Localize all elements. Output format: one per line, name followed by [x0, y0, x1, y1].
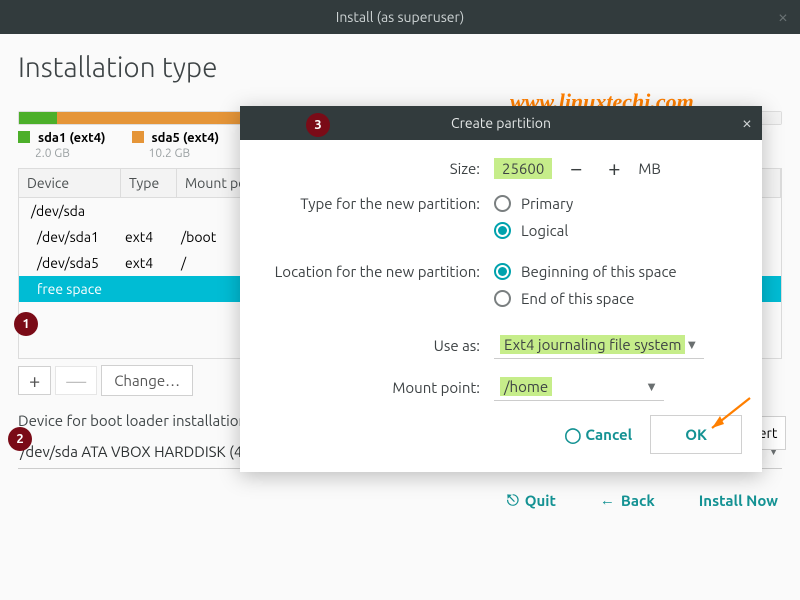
arrow-left-icon: ← [600, 491, 615, 509]
annotation-badge-1: 1 [14, 312, 38, 336]
annotation-badge-2: 2 [8, 427, 32, 451]
size-increment-button[interactable]: + [600, 156, 628, 181]
cancel-icon: ◯ [565, 426, 582, 444]
use-as-value: Ext4 journaling file system [500, 335, 685, 354]
partition-location-label: Location for the new partition: [260, 263, 494, 280]
legend-label: sda5 (ext4) [152, 131, 220, 145]
dialog-close-icon[interactable]: × [742, 113, 752, 133]
annotation-badge-3: 3 [306, 113, 330, 137]
exit-icon: ⎋ [507, 491, 519, 509]
radio-logical[interactable]: Logical [494, 222, 568, 239]
cancel-button[interactable]: ◯ Cancel [565, 426, 633, 444]
size-label: Size: [260, 160, 494, 177]
window-titlebar: Install (as superuser) × [0, 0, 800, 34]
chevron-down-icon: ▼ [645, 379, 658, 394]
window-close-icon[interactable]: × [778, 7, 788, 27]
legend-size: 2.0 GB [35, 147, 106, 160]
use-as-label: Use as: [260, 337, 494, 354]
size-unit: MB [638, 160, 661, 177]
radio-icon [494, 290, 511, 307]
back-button[interactable]: ← Back [600, 491, 655, 509]
bar-seg-sda1 [19, 112, 57, 124]
change-partition-button[interactable]: Change… [101, 365, 193, 396]
radio-icon [494, 222, 511, 239]
legend-item-sda1: sda1 (ext4) 2.0 GB [18, 131, 106, 160]
size-input[interactable]: 25600 [494, 158, 552, 179]
radio-icon [494, 263, 511, 280]
col-type: Type [121, 169, 177, 197]
ok-button[interactable]: OK [650, 415, 742, 454]
mount-point-select[interactable]: /home ▼ [494, 373, 664, 401]
create-partition-dialog: Create partition × Size: 25600 − + MB Ty… [240, 106, 762, 472]
col-device: Device [19, 169, 121, 197]
mount-point-label: Mount point: [260, 379, 494, 396]
size-decrement-button[interactable]: − [562, 156, 590, 181]
add-partition-button[interactable]: + [18, 366, 51, 395]
radio-primary[interactable]: Primary [494, 195, 573, 212]
swatch-icon [132, 131, 144, 143]
dialog-title: Create partition [451, 115, 551, 131]
partition-type-label: Type for the new partition: [260, 195, 494, 212]
remove-partition-button[interactable]: — [55, 366, 97, 395]
radio-icon [494, 195, 511, 212]
bar-seg-sda5 [57, 112, 270, 124]
quit-button[interactable]: ⎋ Quit [507, 491, 556, 509]
legend-item-sda5: sda5 (ext4) 10.2 GB [132, 131, 220, 160]
install-now-button[interactable]: Install Now [699, 491, 778, 509]
legend-size: 10.2 GB [149, 147, 220, 160]
radio-begin[interactable]: Beginning of this space [494, 263, 677, 280]
mount-point-value: /home [500, 377, 552, 396]
swatch-icon [18, 131, 30, 143]
window-title: Install (as superuser) [336, 9, 465, 25]
page-title: Installation type [18, 52, 782, 83]
chevron-down-icon: ▼ [685, 337, 698, 352]
use-as-select[interactable]: Ext4 journaling file system ▼ [494, 331, 704, 359]
radio-end[interactable]: End of this space [494, 290, 634, 307]
wizard-footer: ⎋ Quit ← Back Install Now [0, 479, 800, 521]
legend-label: sda1 (ext4) [38, 131, 106, 145]
